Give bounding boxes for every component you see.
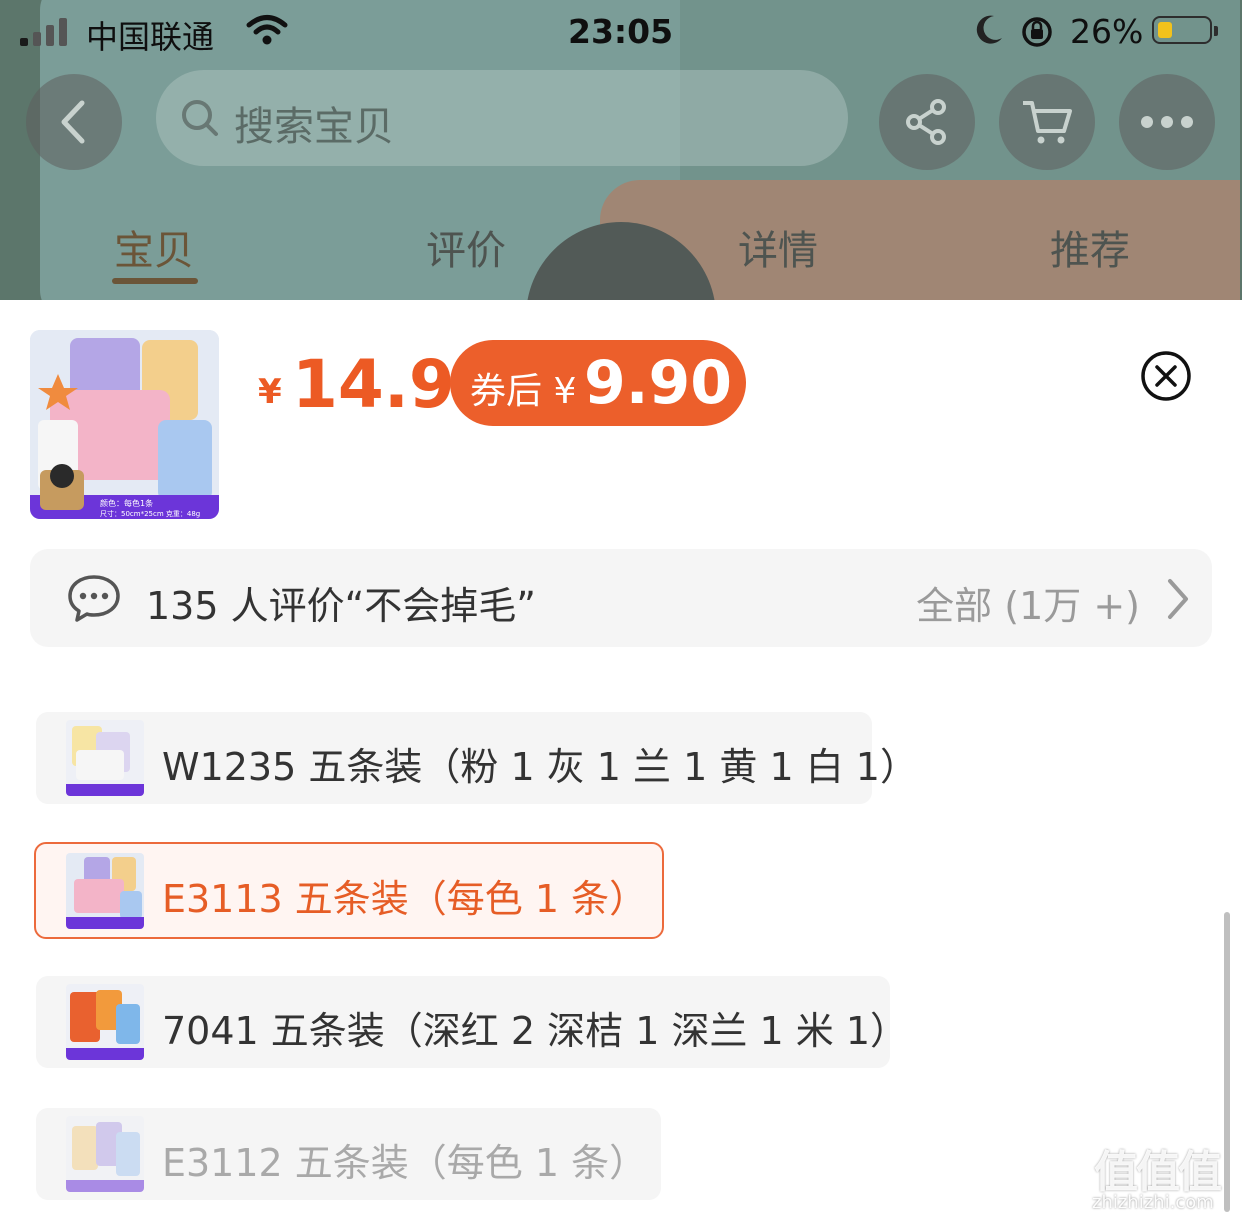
sku-thumbnail xyxy=(66,720,144,796)
scrollbar[interactable] xyxy=(1224,912,1230,1212)
watermark-url: zhizhizhi.com xyxy=(1092,1192,1214,1213)
sku-option-7041[interactable]: 7041 五条装（深红 2 深桔 1 深兰 1 米 1） xyxy=(36,976,908,1068)
wifi-icon xyxy=(246,15,288,45)
sku-label: E3113 五条装（每色 1 条） xyxy=(162,877,648,921)
do-not-disturb-moon-icon xyxy=(976,15,1002,44)
back-button[interactable] xyxy=(26,74,122,170)
battery-percent: 26% xyxy=(1070,12,1144,51)
coupon-price: 9.90 xyxy=(584,348,733,418)
coupon-price-badge: 券后 ¥ 9.90 xyxy=(450,340,746,426)
watermark: 值值值 xyxy=(1094,1147,1222,1198)
all-reviews-link[interactable]: 全部 (1万 +) xyxy=(916,575,1140,630)
search-placeholder: 搜索宝贝 xyxy=(234,104,394,150)
signal-icon xyxy=(20,18,67,46)
more-button[interactable] xyxy=(1119,74,1215,170)
product-gallery-header: 中国联通 23:05 26% 搜索宝贝 宝贝 评价 详情 推荐 xyxy=(0,0,1242,300)
sku-option-e3113-selected[interactable]: E3113 五条装（每色 1 条） xyxy=(34,842,664,939)
cart-icon xyxy=(1023,101,1072,144)
close-icon[interactable] xyxy=(1140,350,1192,402)
tab-active-indicator xyxy=(112,278,198,284)
coupon-label: 券后 ¥ xyxy=(470,371,577,412)
clock: 23:05 xyxy=(568,12,674,51)
tab-details[interactable]: 详情 xyxy=(738,218,818,276)
currency-symbol: ¥ xyxy=(258,372,282,412)
chevron-right-icon xyxy=(1168,579,1188,619)
tab-recommend[interactable]: 推荐 xyxy=(1050,218,1130,276)
sku-label: W1235 五条装（粉 1 灰 1 兰 1 黄 1 白 1） xyxy=(162,745,918,789)
tab-baobei[interactable]: 宝贝 xyxy=(114,218,194,276)
product-price: 14.9 xyxy=(292,346,455,423)
towel-product-image: 颜色：每色1条 尺寸：50cm*25cm 克重：48g xyxy=(30,330,219,519)
sku-thumbnail xyxy=(66,984,144,1060)
battery-icon xyxy=(1152,16,1218,44)
product-thumbnail[interactable]: 颜色：每色1条 尺寸：50cm*25cm 克重：48g xyxy=(30,330,219,519)
tab-reviews[interactable]: 评价 xyxy=(426,218,506,276)
review-summary-bar[interactable]: 135 人评价“不会掉毛” 全部 (1万 +) xyxy=(30,549,1212,647)
search-input[interactable]: 搜索宝贝 xyxy=(156,70,848,166)
share-button[interactable] xyxy=(879,74,975,170)
sku-option-e3112-disabled: E3112 五条装（每色 1 条） xyxy=(36,1108,661,1200)
review-summary-text: 135 人评价“不会掉毛” xyxy=(146,584,536,628)
thumb-caption-2: 尺寸：50cm*25cm 克重：48g xyxy=(100,509,200,518)
sku-thumbnail xyxy=(66,853,144,929)
sku-label: E3112 五条装（每色 1 条） xyxy=(162,1141,648,1185)
status-bar: 中国联通 23:05 26% xyxy=(0,0,1242,64)
sku-option-w1235[interactable]: W1235 五条装（粉 1 灰 1 兰 1 黄 1 白 1） xyxy=(36,712,918,804)
chevron-left-icon xyxy=(61,100,85,144)
rotation-lock-icon xyxy=(1022,17,1052,47)
thumb-caption-1: 颜色：每色1条 xyxy=(100,498,153,508)
cart-button[interactable] xyxy=(999,74,1095,170)
share-icon xyxy=(906,99,946,145)
more-dots-icon xyxy=(1141,116,1193,128)
comment-bubble-icon xyxy=(68,575,120,622)
sku-thumbnail xyxy=(66,1116,144,1192)
search-icon xyxy=(182,100,218,136)
sku-label: 7041 五条装（深红 2 深桔 1 深兰 1 米 1） xyxy=(162,1009,909,1053)
carrier-name: 中国联通 xyxy=(86,18,215,56)
